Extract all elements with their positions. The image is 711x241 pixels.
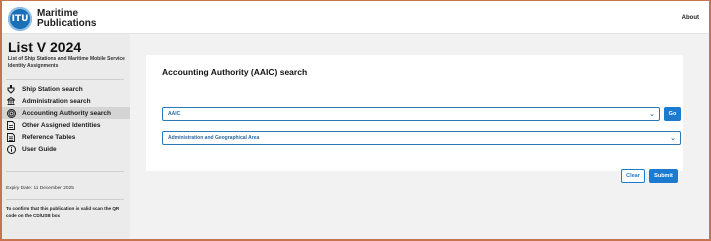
- logo-text: Maritime Publications: [37, 9, 96, 29]
- top-header: ITU Maritime Publications About: [0, 0, 711, 34]
- sidebar-item-administration-search[interactable]: Administration search: [0, 95, 130, 107]
- about-link[interactable]: About: [682, 15, 699, 21]
- institution-icon: [6, 96, 16, 106]
- page-title: Accounting Authority (AAIC) search: [162, 67, 308, 77]
- chevron-down-icon: ⌄: [670, 135, 676, 142]
- aaic-select[interactable]: AAIC ⌄: [162, 107, 660, 121]
- search-card: Accounting Authority (AAIC) search AAIC …: [146, 55, 683, 183]
- area-select[interactable]: Administration and Geographical Area ⌄: [162, 131, 681, 145]
- info-icon: [6, 144, 16, 154]
- fingerprint-icon: [6, 108, 16, 118]
- main-content: Accounting Authority (AAIC) search AAIC …: [130, 34, 711, 241]
- submit-button[interactable]: Submit: [649, 169, 678, 183]
- chevron-down-icon: ⌄: [649, 111, 655, 118]
- sidebar-item-label: User Guide: [22, 145, 57, 153]
- itu-logo[interactable]: ITU Maritime Publications: [8, 7, 96, 31]
- sidebar-item-label: Administration search: [22, 97, 91, 105]
- sidebar-item-label: Accounting Authority search: [22, 109, 111, 117]
- publication-subtitle: List of Ship Stations and Maritime Mobil…: [8, 56, 125, 69]
- sidebar-item-ship-station-search[interactable]: Ship Station search: [0, 83, 130, 95]
- divider: [6, 79, 124, 80]
- sidebar-nav: Ship Station search Administration searc…: [0, 83, 130, 155]
- sidebar: List V 2024 List of Ship Stations and Ma…: [0, 34, 130, 241]
- publication-title: List V 2024: [8, 39, 82, 55]
- document-icon: [6, 120, 16, 130]
- go-button[interactable]: Go: [664, 107, 681, 121]
- sidebar-item-label: Other Assigned Identities: [22, 121, 101, 129]
- sidebar-item-user-guide[interactable]: User Guide: [0, 143, 130, 155]
- aaic-select-value: AAIC: [168, 111, 181, 117]
- area-select-value: Administration and Geographical Area: [168, 135, 260, 141]
- table-icon: [6, 132, 16, 142]
- logo-line-2: Publications: [37, 18, 97, 29]
- validity-notice: To confirm that this publication is vali…: [6, 206, 120, 218]
- sidebar-item-label: Ship Station search: [22, 85, 83, 93]
- divider: [6, 171, 124, 172]
- clear-button[interactable]: Clear: [621, 169, 645, 183]
- sidebar-item-other-assigned-identities[interactable]: Other Assigned Identities: [0, 119, 130, 131]
- ship-icon: [6, 84, 16, 94]
- sidebar-item-label: Reference Tables: [22, 133, 76, 141]
- itu-globe-icon: ITU: [8, 7, 32, 31]
- expiry-date: Expiry Date: 11 December 2025: [6, 186, 74, 191]
- divider: [6, 199, 124, 200]
- sidebar-item-reference-tables[interactable]: Reference Tables: [0, 131, 130, 143]
- sidebar-item-accounting-authority-search[interactable]: Accounting Authority search: [0, 107, 130, 119]
